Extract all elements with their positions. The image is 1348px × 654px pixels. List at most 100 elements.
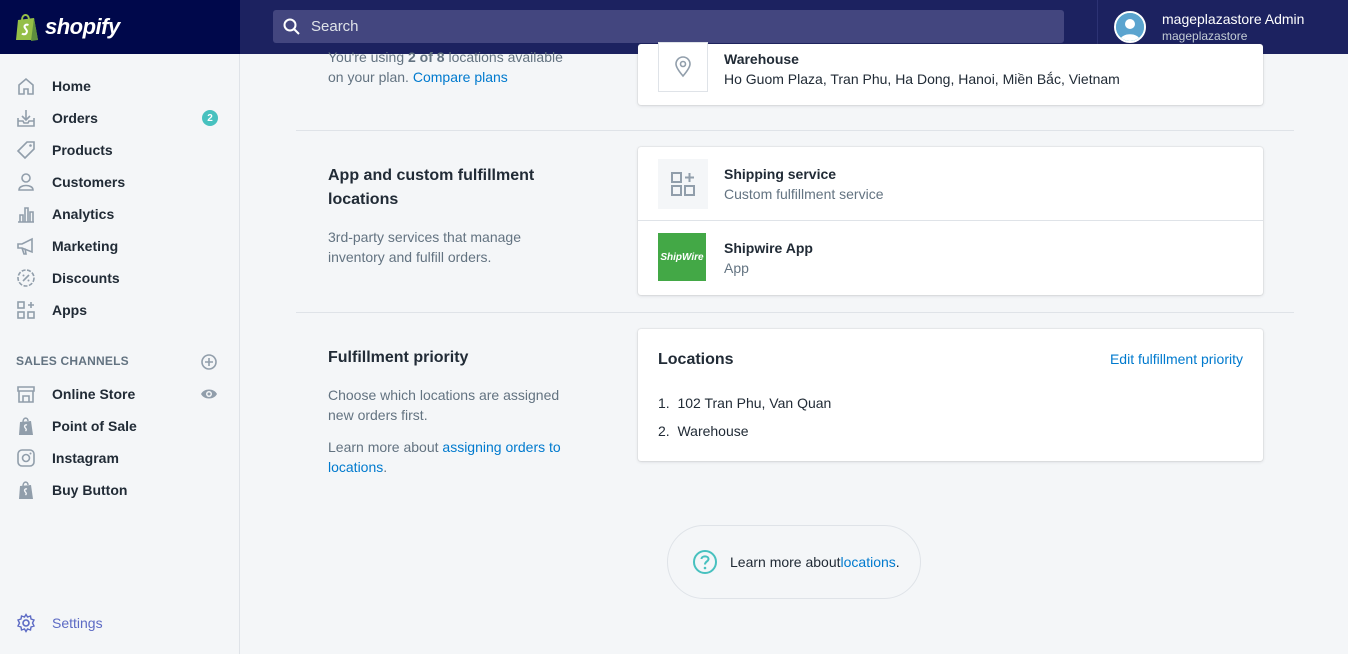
search-icon: [283, 18, 300, 35]
sidebar-item-label: Apps: [52, 302, 87, 318]
warehouse-title: Warehouse: [724, 51, 799, 67]
service-subtitle: Custom fulfillment service: [724, 186, 884, 202]
sidebar-item-label: Instagram: [52, 450, 119, 466]
app-fulfillment-heading: App and custom fulfillment locations: [328, 164, 534, 212]
apps-icon: [15, 299, 37, 321]
question-circle-icon: [693, 550, 717, 574]
sidebar-item-label: Orders: [52, 110, 98, 126]
user-store: mageplazastore: [1162, 29, 1248, 43]
service-title: Shipping service: [724, 166, 837, 182]
shopify-bag-icon: [16, 14, 38, 41]
desc-line-1: Choose which locations are assigned: [328, 387, 560, 403]
search-bar[interactable]: Search: [273, 10, 1064, 43]
shopify-bag-icon: [15, 415, 37, 437]
locations-priority-card: Locations Edit fulfillment priority 1. 1…: [638, 329, 1263, 461]
user-name: mageplazastore Admin: [1162, 11, 1305, 27]
priority-number: 1.: [658, 395, 670, 411]
home-icon: [15, 75, 37, 97]
brand-name: shopify: [45, 14, 120, 39]
learn-post: .: [383, 459, 388, 475]
location-pin-icon: [658, 42, 708, 92]
list-item[interactable]: ShipWire Shipwire App App: [638, 221, 1263, 295]
fulfillment-priority-heading: Fulfillment priority: [328, 349, 469, 366]
sidebar: Home Orders 2 Products Customers Analyti…: [0, 54, 240, 654]
instagram-icon: [15, 447, 37, 469]
heading-line-2: locations: [328, 191, 399, 208]
sidebar-item-analytics[interactable]: Analytics: [0, 200, 239, 228]
sidebar-item-products[interactable]: Products: [0, 136, 239, 164]
fulfillment-services-card: Shipping service Custom fulfillment serv…: [638, 147, 1263, 295]
avatar: [1114, 11, 1146, 43]
sidebar-item-label: Settings: [52, 615, 103, 631]
list-item: 2. Warehouse: [658, 423, 749, 439]
desc-line-1: 3rd-party services that manage: [328, 229, 521, 245]
service-subtitle: App: [724, 260, 749, 276]
shopify-logo[interactable]: shopify: [0, 0, 240, 54]
help-text-post: .: [895, 554, 900, 570]
plan-text-post: locations available: [444, 49, 563, 65]
sidebar-item-orders[interactable]: Orders 2: [0, 104, 239, 132]
sidebar-item-label: Marketing: [52, 238, 119, 254]
learn-pre: Learn more about: [328, 439, 443, 455]
plan-usage-count: 2 of 8: [408, 49, 445, 65]
sidebar-item-label: Online Store: [52, 386, 136, 402]
eye-icon[interactable]: [200, 385, 218, 403]
desc-line-2: new orders first.: [328, 407, 428, 423]
shopify-bag-icon: [15, 479, 37, 501]
sales-channels-heading: SALES CHANNELS: [16, 354, 129, 368]
sidebar-item-label: Point of Sale: [52, 418, 137, 434]
orders-count-badge: 2: [202, 110, 218, 126]
locations-card-title: Locations: [658, 351, 734, 368]
locations-help-link[interactable]: locations: [841, 554, 896, 570]
sidebar-item-label: Products: [52, 142, 113, 158]
list-item: 1. 102 Tran Phu, Van Quan: [658, 395, 831, 411]
sidebar-item-buy-button[interactable]: Buy Button: [0, 476, 239, 504]
link-line-1: assigning orders to: [442, 439, 561, 455]
sidebar-item-apps[interactable]: Apps: [0, 296, 239, 324]
sidebar-item-label: Analytics: [52, 206, 115, 222]
discount-icon: [15, 267, 37, 289]
sidebar-item-point-of-sale[interactable]: Point of Sale: [0, 412, 239, 440]
sidebar-item-label: Customers: [52, 174, 126, 190]
service-title: Shipwire App: [724, 240, 813, 256]
edit-fulfillment-priority-link[interactable]: Edit fulfillment priority: [1110, 351, 1243, 367]
user-avatar-icon: [1116, 13, 1144, 41]
sidebar-item-marketing[interactable]: Marketing: [0, 232, 239, 260]
location-name: 102 Tran Phu, Van Quan: [677, 395, 832, 411]
plan-text-line2: on your plan.: [328, 69, 413, 85]
list-item[interactable]: Shipping service Custom fulfillment serv…: [638, 147, 1263, 221]
add-channel-icon[interactable]: [200, 353, 218, 371]
sidebar-item-label: Discounts: [52, 270, 120, 286]
compare-plans-link[interactable]: Compare plans: [413, 69, 508, 85]
apps-icon: [658, 159, 708, 209]
warehouse-address: Ho Guom Plaza, Tran Phu, Ha Dong, Hanoi,…: [724, 71, 1120, 87]
sidebar-item-label: Home: [52, 78, 91, 94]
section-divider: [296, 130, 1294, 131]
plan-text-pre: You're using: [328, 49, 408, 65]
locations-plan-text: You're using 2 of 8 locations available …: [328, 47, 588, 87]
section-divider: [296, 312, 1294, 313]
assigning-orders-help: Learn more about assigning orders to loca…: [328, 437, 588, 477]
tag-icon: [15, 139, 37, 161]
shipwire-logo: ShipWire: [658, 233, 706, 281]
sidebar-item-settings[interactable]: Settings: [0, 609, 239, 637]
sidebar-item-label: Buy Button: [52, 482, 128, 498]
orders-icon: [15, 107, 37, 129]
person-icon: [15, 171, 37, 193]
main-content: You're using 2 of 8 locations available …: [240, 42, 1348, 654]
search-placeholder: Search: [311, 18, 359, 35]
megaphone-icon: [15, 235, 37, 257]
store-icon: [15, 383, 37, 405]
help-footer: Learn more about locations.: [667, 525, 921, 599]
shipwire-logo-text: ShipWire: [660, 251, 704, 263]
warehouse-location-card[interactable]: Warehouse Ho Guom Plaza, Tran Phu, Ha Do…: [638, 42, 1263, 105]
sidebar-item-discounts[interactable]: Discounts: [0, 264, 239, 292]
help-text: Learn more about: [730, 554, 841, 570]
gear-icon: [15, 612, 37, 634]
heading-line-1: App and custom fulfillment: [328, 167, 535, 184]
sidebar-item-customers[interactable]: Customers: [0, 168, 239, 196]
location-name: Warehouse: [677, 423, 749, 439]
desc-line-2: inventory and fulfill orders.: [328, 249, 492, 265]
sidebar-item-home[interactable]: Home: [0, 72, 239, 100]
sidebar-item-instagram[interactable]: Instagram: [0, 444, 239, 472]
